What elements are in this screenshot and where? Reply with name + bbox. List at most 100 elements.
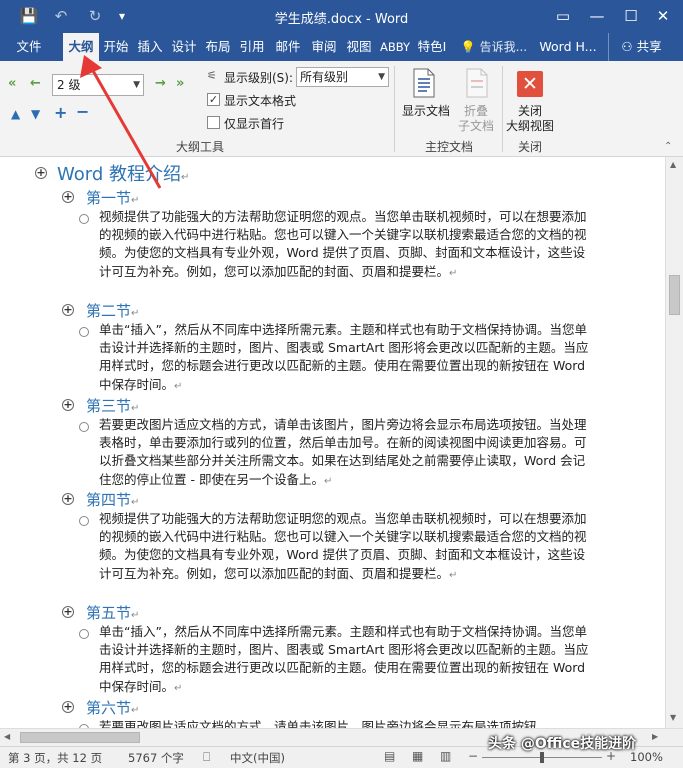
document-canvas[interactable]: + Word 教程介绍↵ + 第一节↵ 视频提供了功能强大的方法帮助您证明您的观… [0, 157, 665, 728]
body-paragraph[interactable]: 单击“插入”，然后从不同库中选择所需元素。主题和样式也有助于文档保持协调。当您单… [99, 623, 591, 698]
outline-expand-icon[interactable]: + [62, 191, 74, 203]
show-text-format-label: 显示文本格式 [224, 94, 297, 108]
promote-icon[interactable]: ← [30, 76, 41, 91]
chevron-down-icon: ▼ [378, 72, 385, 82]
tab-design[interactable]: 设计 [168, 33, 200, 61]
tab-references[interactable]: 引用 [236, 33, 268, 61]
body-paragraph[interactable]: 若要更改图片适应文档的方式，请单击该图片，图片旁边将会显示布局选项按钮。 [99, 718, 591, 728]
heading-2[interactable]: 第六节↵ [86, 697, 139, 718]
tab-home[interactable]: 开始 [100, 33, 132, 61]
page-count[interactable]: 第 3 页，共 12 页 [8, 750, 102, 766]
heading-2[interactable]: 第五节↵ [86, 602, 139, 623]
close-label-line2: 大纲视图 [505, 119, 554, 133]
scroll-down-icon[interactable]: ▼ [670, 713, 676, 722]
show-level-select[interactable]: 所有级别 ▼ [296, 67, 389, 87]
tell-me-search[interactable]: 💡 告诉我... [456, 33, 532, 61]
heading-2[interactable]: 第四节↵ [86, 489, 139, 510]
first-line-only-label: 仅显示首行 [224, 117, 285, 131]
ribbon-separator [502, 66, 503, 152]
close-outline-view-icon[interactable]: ✕ [517, 71, 543, 97]
ribbon-tabs: 文件 大纲 开始 插入 设计 布局 引用 邮件 审阅 视图 ABBY 特色I 💡… [0, 33, 683, 61]
tab-layout[interactable]: 布局 [202, 33, 234, 61]
collapse-ribbon-icon[interactable]: ⌃ [664, 141, 672, 152]
tab-abbyy[interactable]: ABBY [378, 33, 412, 61]
zoom-slider-thumb[interactable] [540, 752, 544, 763]
heading-2[interactable]: 第三节↵ [86, 395, 139, 416]
print-layout-icon[interactable]: ▦ [412, 749, 423, 763]
person-icon: ⚇ [621, 39, 637, 54]
outline-expand-icon[interactable]: + [62, 701, 74, 713]
promote-to-heading1-icon[interactable]: « [8, 76, 16, 91]
chevron-down-icon: ▼ [133, 80, 140, 90]
web-layout-icon[interactable]: ▥ [440, 749, 451, 763]
vertical-scrollbar[interactable]: ▲ ▼ [665, 157, 683, 728]
body-text-bullet-icon[interactable] [79, 629, 89, 639]
scroll-left-icon[interactable]: ◀ [4, 732, 10, 741]
show-document-label: 显示文档 [401, 104, 450, 118]
demote-to-body-icon[interactable]: » [176, 76, 184, 91]
body-text-bullet-icon[interactable] [79, 327, 89, 337]
demote-icon[interactable]: → [155, 76, 166, 91]
maximize-button[interactable]: ☐ [614, 4, 648, 28]
close-button[interactable]: ✕ [646, 4, 680, 28]
title-bar: 💾 ↶ ↻ ▾ 学生成绩.docx - Word ▭ — ☐ ✕ [0, 0, 683, 33]
word-count[interactable]: 5767 个字 [128, 750, 184, 766]
scroll-up-icon[interactable]: ▲ [670, 160, 676, 169]
document-icon [413, 68, 435, 98]
minimize-button[interactable]: — [580, 4, 614, 28]
outline-expand-icon[interactable]: + [62, 606, 74, 618]
tab-outline[interactable]: 大纲 [63, 33, 99, 61]
outline-tools-group-label: 大纲工具 [175, 140, 224, 154]
body-text-bullet-icon[interactable] [79, 422, 89, 432]
tab-view[interactable]: 视图 [343, 33, 375, 61]
tab-review[interactable]: 审阅 [308, 33, 340, 61]
ribbon-separator [394, 66, 395, 152]
body-text-bullet-icon[interactable] [79, 214, 89, 224]
ribbon-display-options-icon[interactable]: ▭ [546, 4, 580, 28]
share-button[interactable]: ⚇ 共享 [608, 33, 674, 61]
proofing-icon[interactable]: ⎕ [203, 750, 210, 765]
show-level-value: 所有级别 [300, 70, 349, 84]
body-paragraph[interactable]: 视频提供了功能强大的方法帮助您证明您的观点。当您单击联机视频时，可以在想要添加的… [99, 510, 591, 585]
tab-special[interactable]: 特色I [414, 33, 450, 61]
heading-2[interactable]: 第二节↵ [86, 300, 139, 321]
tab-file[interactable]: 文件 [10, 33, 48, 61]
body-paragraph[interactable]: 单击“插入”，然后从不同库中选择所需元素。主题和样式也有助于文档保持协调。当您单… [99, 321, 591, 396]
vertical-scroll-thumb[interactable] [669, 275, 680, 315]
outline-expand-icon[interactable]: + [62, 493, 74, 505]
show-level-label: 显示级别(S): [224, 71, 294, 85]
ribbon-outline: « ← 2 级 ▼ → » ▲ ▼ + − ⚟ 显示级别(S): 所有级别 ▼ … [0, 61, 683, 157]
heading-2[interactable]: 第一节↵ [86, 187, 139, 208]
first-line-only-checkbox[interactable] [207, 116, 220, 129]
body-paragraph[interactable]: 视频提供了功能强大的方法帮助您证明您的观点。当您单击联机视频时，可以在想要添加的… [99, 208, 591, 283]
show-text-format-checkbox[interactable]: ✓ [207, 93, 220, 106]
outline-level-select[interactable]: 2 级 ▼ [52, 74, 144, 96]
show-document-button[interactable] [411, 68, 437, 101]
watermark: 头条 @Office技能进阶 [488, 736, 637, 752]
move-up-icon[interactable]: ▲ [11, 107, 20, 121]
tab-insert[interactable]: 插入 [134, 33, 166, 61]
expand-icon[interactable]: + [54, 103, 67, 122]
read-mode-icon[interactable]: ▤ [384, 749, 395, 763]
master-document-group-label: 主控文档 [424, 140, 473, 154]
horizontal-scroll-thumb[interactable] [20, 732, 140, 743]
collapse-subdocuments-button[interactable] [464, 68, 490, 101]
collapse-icon[interactable]: − [76, 102, 89, 121]
collapse-label-line2: 子文档 [457, 119, 494, 133]
outline-expand-icon[interactable]: + [62, 304, 74, 316]
outline-expand-icon[interactable]: + [35, 167, 47, 179]
share-label: 共享 [636, 39, 662, 54]
outline-level-value: 2 级 [57, 78, 81, 92]
tab-mailings[interactable]: 邮件 [272, 33, 304, 61]
body-paragraph[interactable]: 若要更改图片适应文档的方式，请单击该图片，图片旁边将会显示布局选项按钮。当处理表… [99, 416, 591, 491]
subdocument-icon [466, 68, 488, 98]
scroll-right-icon[interactable]: ▶ [652, 732, 658, 741]
heading-1[interactable]: Word 教程介绍↵ [57, 160, 189, 186]
zoom-out-icon[interactable]: − [468, 749, 478, 763]
move-down-icon[interactable]: ▼ [31, 107, 40, 121]
tab-word-help[interactable]: Word H... [535, 33, 601, 61]
show-level-icon: ⚟ [207, 69, 217, 82]
body-text-bullet-icon[interactable] [79, 516, 89, 526]
outline-expand-icon[interactable]: + [62, 399, 74, 411]
language-label[interactable]: 中文(中国) [230, 750, 285, 766]
